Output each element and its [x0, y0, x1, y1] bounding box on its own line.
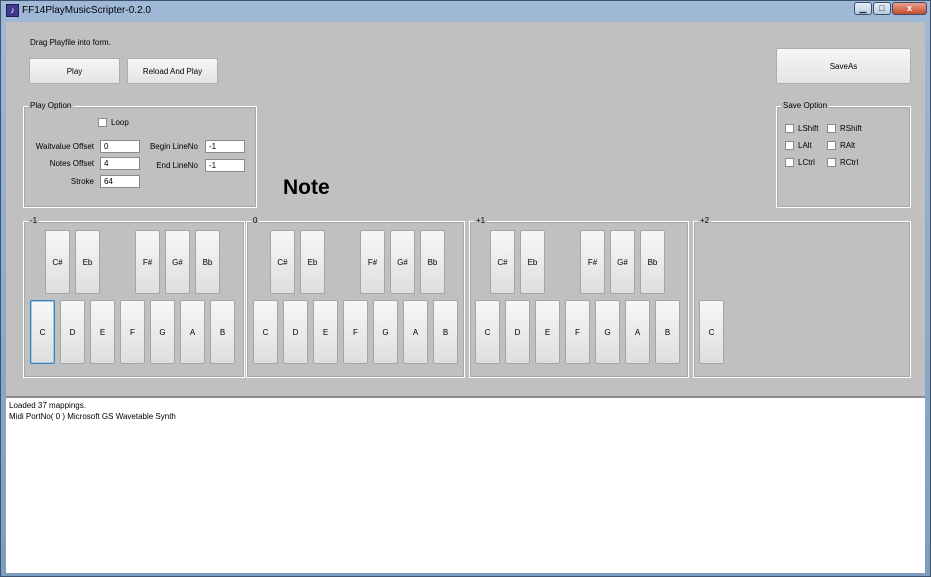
lctrl-checkbox[interactable]: LCtrl	[785, 158, 815, 167]
play-option-title: Play Option	[28, 101, 74, 110]
key-0-fsharp[interactable]: F#	[360, 230, 385, 294]
octave-group-0: 0 C# Eb F# G# Bb C D E F G A B	[246, 216, 465, 378]
key-plus1-bb[interactable]: Bb	[640, 230, 665, 294]
waitvalue-offset-field[interactable]	[100, 140, 140, 153]
ralt-checkbox-box[interactable]	[827, 141, 836, 150]
key-plus2-c[interactable]: C	[699, 300, 724, 364]
octave-label: -1	[28, 216, 40, 225]
key-plus1-fsharp[interactable]: F#	[580, 230, 605, 294]
loop-checkbox-box[interactable]	[98, 118, 107, 127]
key-0-b[interactable]: B	[433, 300, 458, 364]
app-window: ♪ FF14PlayMusicScripter-0.2.0 ▁ □ x Drag…	[0, 0, 931, 577]
key-minus1-d[interactable]: D	[60, 300, 85, 364]
key-minus1-g[interactable]: G	[150, 300, 175, 364]
client-area: Drag Playfile into form. Play Reload And…	[6, 22, 925, 573]
log-output[interactable]: Loaded 37 mappings. Midi PortNo( 0 ) Mic…	[6, 396, 925, 573]
rctrl-label: RCtrl	[840, 158, 859, 167]
key-minus1-gsharp[interactable]: G#	[165, 230, 190, 294]
notes-offset-field[interactable]	[100, 157, 140, 170]
loop-label: Loop	[111, 118, 129, 127]
app-icon: ♪	[6, 4, 19, 17]
lshift-checkbox[interactable]: LShift	[785, 124, 818, 133]
reload-and-play-button[interactable]: Reload And Play	[127, 58, 218, 84]
lctrl-checkbox-box[interactable]	[785, 158, 794, 167]
end-lineno-label: End LineNo	[156, 161, 198, 170]
close-button[interactable]: x	[892, 2, 927, 15]
log-line: Loaded 37 mappings.	[9, 401, 86, 410]
save-option-title: Save Option	[781, 101, 830, 110]
key-0-f[interactable]: F	[343, 300, 368, 364]
lalt-checkbox-box[interactable]	[785, 141, 794, 150]
octave-group-plus1: +1 C# Eb F# G# Bb C D E F G A B	[469, 216, 689, 378]
key-minus1-e[interactable]: E	[90, 300, 115, 364]
octave-label: +2	[698, 216, 712, 225]
key-0-e[interactable]: E	[313, 300, 338, 364]
key-minus1-csharp[interactable]: C#	[45, 230, 70, 294]
key-plus1-eb[interactable]: Eb	[520, 230, 545, 294]
note-heading: Note	[283, 176, 330, 199]
key-0-eb[interactable]: Eb	[300, 230, 325, 294]
title-bar[interactable]: ♪ FF14PlayMusicScripter-0.2.0 ▁ □ x	[1, 1, 930, 21]
lshift-label: LShift	[798, 124, 819, 133]
rshift-checkbox[interactable]: RShift	[827, 124, 862, 133]
key-0-d[interactable]: D	[283, 300, 308, 364]
drag-hint: Drag Playfile into form.	[30, 38, 111, 47]
key-0-c[interactable]: C	[253, 300, 278, 364]
stroke-label: Stroke	[70, 177, 94, 186]
octave-label: 0	[251, 216, 260, 225]
octave-label: +1	[474, 216, 488, 225]
save-as-button[interactable]: SaveAs	[776, 48, 911, 84]
key-plus1-c[interactable]: C	[475, 300, 500, 364]
window-title: FF14PlayMusicScripter-0.2.0	[22, 5, 151, 16]
key-minus1-bb[interactable]: Bb	[195, 230, 220, 294]
rshift-checkbox-box[interactable]	[827, 124, 836, 133]
lshift-checkbox-box[interactable]	[785, 124, 794, 133]
key-plus1-b[interactable]: B	[655, 300, 680, 364]
key-0-g[interactable]: G	[373, 300, 398, 364]
rctrl-checkbox-box[interactable]	[827, 158, 836, 167]
key-plus1-csharp[interactable]: C#	[490, 230, 515, 294]
begin-lineno-label: Begin LineNo	[149, 142, 198, 151]
end-lineno-field[interactable]	[205, 159, 245, 172]
key-plus1-g[interactable]: G	[595, 300, 620, 364]
play-option-group: Play Option Loop Waitvalue Offset Notes …	[23, 101, 257, 208]
key-minus1-b[interactable]: B	[210, 300, 235, 364]
key-minus1-c[interactable]: C	[30, 300, 55, 364]
key-minus1-eb[interactable]: Eb	[75, 230, 100, 294]
key-0-a[interactable]: A	[403, 300, 428, 364]
key-minus1-f[interactable]: F	[120, 300, 145, 364]
maximize-button[interactable]: □	[873, 2, 891, 15]
key-0-bb[interactable]: Bb	[420, 230, 445, 294]
notes-offset-label: Notes Offset	[49, 159, 94, 168]
play-button[interactable]: Play	[29, 58, 120, 84]
key-minus1-fsharp[interactable]: F#	[135, 230, 160, 294]
key-minus1-a[interactable]: A	[180, 300, 205, 364]
ralt-checkbox[interactable]: RAlt	[827, 141, 855, 150]
key-0-csharp[interactable]: C#	[270, 230, 295, 294]
log-line: Midi PortNo( 0 ) Microsoft GS Wavetable …	[9, 412, 176, 421]
key-plus1-a[interactable]: A	[625, 300, 650, 364]
octave-group-plus2: +2 C	[693, 216, 911, 378]
waitvalue-offset-label: Waitvalue Offset	[35, 142, 94, 151]
lalt-label: LAlt	[798, 141, 812, 150]
loop-checkbox[interactable]: Loop	[98, 118, 129, 127]
key-plus1-gsharp[interactable]: G#	[610, 230, 635, 294]
minimize-button[interactable]: ▁	[854, 2, 872, 15]
key-0-gsharp[interactable]: G#	[390, 230, 415, 294]
ralt-label: RAlt	[840, 141, 856, 150]
stroke-field[interactable]	[100, 175, 140, 188]
key-plus1-e[interactable]: E	[535, 300, 560, 364]
rctrl-checkbox[interactable]: RCtrl	[827, 158, 858, 167]
lctrl-label: LCtrl	[798, 158, 815, 167]
rshift-label: RShift	[840, 124, 862, 133]
key-plus1-d[interactable]: D	[505, 300, 530, 364]
lalt-checkbox[interactable]: LAlt	[785, 141, 812, 150]
begin-lineno-field[interactable]	[205, 140, 245, 153]
key-plus1-f[interactable]: F	[565, 300, 590, 364]
octave-group-minus1: -1 C# Eb F# G# Bb C D E F G A B	[23, 216, 245, 378]
save-option-group: Save Option LShift RShift LAlt RAlt LCtr…	[776, 101, 911, 208]
